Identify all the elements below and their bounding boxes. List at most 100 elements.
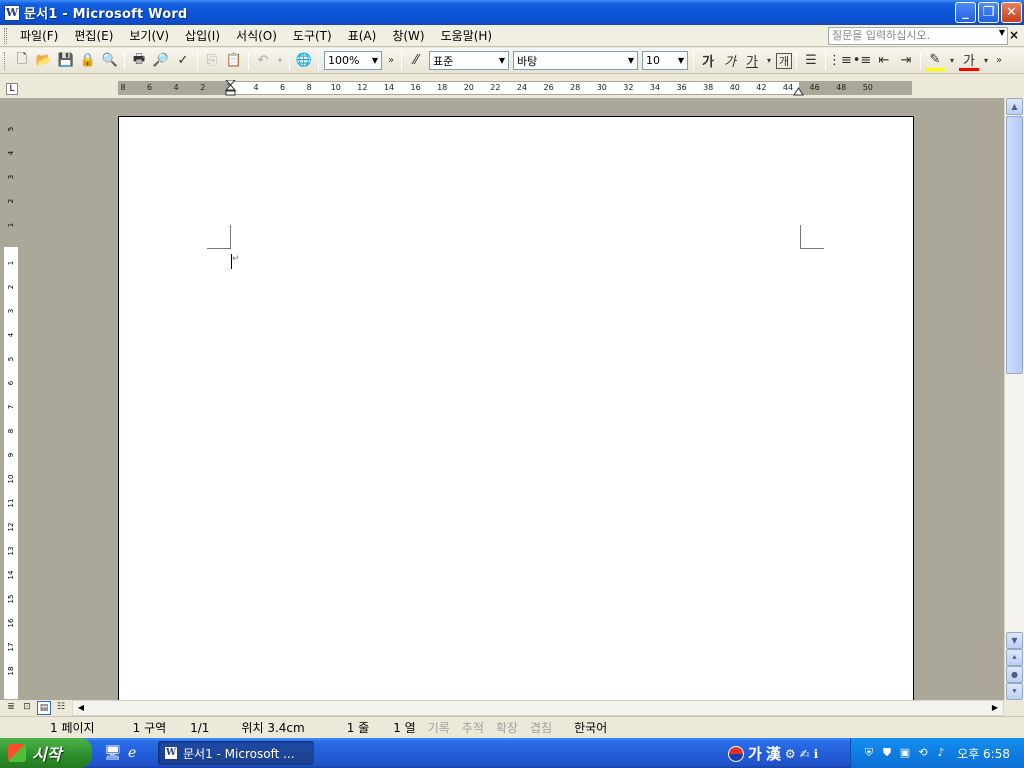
document-close-button[interactable]: × <box>1009 28 1019 42</box>
menu-format[interactable]: 서식(O) <box>228 26 285 46</box>
volume-icon[interactable]: ♪ <box>933 745 949 761</box>
document-page[interactable]: ↵ <box>118 116 914 700</box>
menu-tools[interactable]: 도구(T) <box>285 26 340 46</box>
quicklaunch-ie-icon[interactable]: ℯ <box>128 745 144 761</box>
save-icon[interactable]: 💾 <box>56 51 76 71</box>
vruler-tick-label: 3 <box>7 174 15 180</box>
font-size-select[interactable]: 10 ▼ <box>642 51 688 70</box>
vruler-tick-label: 2 <box>7 284 15 290</box>
scroll-up-button[interactable]: ▲ <box>1006 98 1023 115</box>
next-page-button[interactable]: ⯆ <box>1006 683 1023 700</box>
browse-object-button[interactable]: ● <box>1006 666 1023 683</box>
numbering-icon[interactable]: ⋮≡ <box>828 51 852 71</box>
spellcheck-icon[interactable]: ✓ <box>173 51 193 71</box>
copy-icon[interactable]: ⎘ <box>202 51 222 71</box>
help-dropdown-icon[interactable]: ▼ <box>999 28 1005 37</box>
quicklaunch-desktop-icon[interactable]: 🖥 <box>104 745 122 761</box>
menu-file[interactable]: 파일(F) <box>12 26 66 46</box>
toolbar-overflow-icon[interactable]: » <box>993 51 1005 71</box>
ime-pad-icon[interactable]: ✍ <box>800 747 810 761</box>
vertical-scroll-thumb[interactable] <box>1006 116 1023 374</box>
increase-indent-icon[interactable]: ⇥ <box>896 51 916 71</box>
permission-icon[interactable]: 🔒 <box>78 51 98 71</box>
highlight-dropdown-icon[interactable]: ▾ <box>947 51 957 71</box>
toolbar-separator <box>248 51 249 70</box>
print-icon[interactable]: 🖶 <box>129 51 149 71</box>
undo-icon[interactable]: ↶ <box>253 51 273 71</box>
scroll-left-button[interactable]: ◀ <box>74 702 88 715</box>
start-button[interactable]: 시작 <box>0 738 92 768</box>
scroll-right-button[interactable]: ▶ <box>988 702 1002 715</box>
zoom-select[interactable]: 100% ▼ <box>324 51 382 70</box>
menu-table[interactable]: 표(A) <box>340 26 385 46</box>
print-layout-view-icon[interactable]: ▤ <box>37 701 51 715</box>
undo-dropdown-icon[interactable]: ▾ <box>275 51 285 71</box>
ruler-tick-label: 6 <box>147 83 153 92</box>
ime-tools-icon[interactable]: ⚙ <box>785 747 796 761</box>
paste-icon[interactable]: 📋 <box>224 51 244 71</box>
ime-hanja-label[interactable]: 漢 <box>766 743 781 764</box>
word-app-icon[interactable]: W <box>4 4 20 21</box>
previous-page-button[interactable]: ⯅ <box>1006 649 1023 666</box>
bullets-icon[interactable]: •≡ <box>852 51 872 71</box>
horizontal-ruler[interactable]: 8642246810121416182022242628303234363840… <box>118 79 912 96</box>
title-bar[interactable]: W 문서1 - Microsoft Word _ ❐ ✕ <box>0 0 1024 25</box>
menu-window[interactable]: 창(W) <box>384 26 432 46</box>
vertical-ruler[interactable]: 5 4 3 2 1 1 2 3 4 5 6 7 8 9 10 11 12 13 14 15 16 17 18 <box>3 118 19 700</box>
vertical-scrollbar[interactable]: ▲ ▼ ⯅ ● ⯆ <box>1004 98 1024 700</box>
restore-button[interactable]: ❐ <box>978 2 999 23</box>
decrease-indent-icon[interactable]: ⇤ <box>874 51 894 71</box>
menu-edit[interactable]: 편집(E) <box>66 26 121 46</box>
underline-button[interactable]: 가 <box>742 51 762 71</box>
italic-button[interactable]: 가 <box>720 51 740 71</box>
taskbar-word-button[interactable]: W 문서1 - Microsoft ... <box>158 741 314 765</box>
status-extend[interactable]: 확장 <box>490 719 524 736</box>
toolbar-options-icon[interactable]: » <box>385 51 397 71</box>
style-select[interactable]: 표준 ▼ <box>429 51 509 70</box>
print-preview-icon[interactable]: 🔎 <box>151 51 171 71</box>
normal-view-icon[interactable]: ≣ <box>4 701 18 715</box>
security-shield-icon[interactable]: ⛨ <box>861 745 877 761</box>
status-language[interactable]: 한국어 <box>568 719 613 736</box>
styles-pane-icon[interactable]: ⁄⁄ <box>406 51 426 71</box>
menubar-grip[interactable] <box>4 27 7 44</box>
scroll-down-button[interactable]: ▼ <box>1006 632 1023 649</box>
status-bar: 1 페이지 1 구역 1/1 위치 3.4cm 1 줄 1 열 기록 추적 확장… <box>0 716 1024 738</box>
menu-view[interactable]: 보기(V) <box>121 26 177 46</box>
status-overtype[interactable]: 겹침 <box>524 719 558 736</box>
outline-view-icon[interactable]: ☷ <box>54 701 68 715</box>
status-record[interactable]: 기록 <box>422 719 456 736</box>
menu-help[interactable]: 도움말(H) <box>433 26 501 46</box>
align-justify-icon[interactable]: ☰ <box>801 51 821 71</box>
menu-insert[interactable]: 삽입(I) <box>177 26 228 46</box>
font-color-dropdown-icon[interactable]: ▾ <box>981 51 991 71</box>
underline-dropdown-icon[interactable]: ▾ <box>764 51 774 71</box>
font-select[interactable]: 바탕 ▼ <box>513 51 638 70</box>
horizontal-scrollbar[interactable]: ◀ ▶ <box>72 700 1004 716</box>
toolbar-grip[interactable] <box>4 51 7 70</box>
search-file-icon[interactable]: 🔍 <box>100 51 120 71</box>
character-border-button[interactable]: 개 <box>776 52 792 69</box>
indent-marker[interactable] <box>224 79 237 96</box>
bold-button[interactable]: 가 <box>698 51 718 71</box>
vmware-icon[interactable]: ▣ <box>897 745 913 761</box>
network-icon[interactable]: ⟲ <box>915 745 931 761</box>
help-question-input[interactable]: 질문을 입력하십시오. <box>828 27 1008 45</box>
ime-help-icon[interactable]: ℹ <box>814 747 819 761</box>
ime-mode-label[interactable]: 가 <box>748 743 762 764</box>
open-folder-icon[interactable]: 📂 <box>34 51 54 71</box>
web-globe-icon[interactable]: 🌐 <box>294 51 314 71</box>
close-button[interactable]: ✕ <box>1001 2 1022 23</box>
status-track[interactable]: 추적 <box>456 719 490 736</box>
ime-bar[interactable]: 가 漢 ⚙ ✍ ℹ <box>728 743 818 764</box>
web-layout-view-icon[interactable]: ⊡ <box>20 701 34 715</box>
antivirus-icon[interactable]: ⛊ <box>879 745 895 761</box>
new-document-icon[interactable]: 🗋 <box>12 51 32 71</box>
font-color-button[interactable]: 가 <box>959 51 979 71</box>
highlight-icon[interactable]: ✎ <box>925 51 945 71</box>
clock[interactable]: 오후 6:58 <box>957 745 1010 762</box>
minimize-button[interactable]: _ <box>955 2 976 23</box>
right-indent-marker[interactable] <box>793 85 804 96</box>
tab-selector[interactable]: L <box>6 83 18 95</box>
status-section: 1 구역 <box>132 721 167 735</box>
